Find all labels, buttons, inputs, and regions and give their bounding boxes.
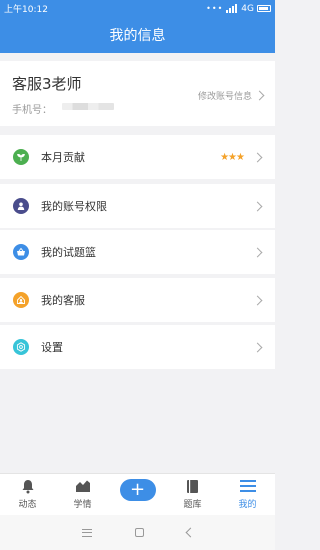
menu-item-label: 设置	[41, 341, 63, 354]
page-title: 我的信息	[109, 28, 166, 44]
menu-item-question-basket[interactable]: 我的试题篮	[0, 230, 275, 274]
bell-icon	[19, 478, 37, 494]
menu-lines-icon	[239, 478, 257, 494]
chevron-right-icon	[252, 342, 263, 352]
back-icon[interactable]	[185, 527, 195, 538]
bottom-tab-bar: 动态 学情 + 题库 我的	[0, 473, 275, 515]
profile-name: 客服3老师	[12, 75, 82, 93]
tab-label: 动态	[18, 500, 37, 510]
menu-item-label: 我的客服	[41, 294, 85, 307]
phone-number-masked	[62, 103, 114, 110]
chart-icon	[74, 478, 92, 494]
tab-mine[interactable]: 我的	[220, 474, 275, 515]
network-type: 4G	[241, 3, 254, 14]
service-icon	[13, 292, 29, 308]
more-dots-icon: •••	[206, 4, 224, 13]
menu-item-customer-service[interactable]: 我的客服	[0, 278, 275, 322]
rating-stars: ★★★	[220, 151, 245, 163]
edit-account-button[interactable]: 修改账号信息	[197, 89, 265, 102]
system-nav-bar	[0, 515, 275, 550]
status-indicators: ••• 4G	[206, 4, 271, 14]
tab-add[interactable]: +	[110, 474, 165, 515]
basket-icon	[13, 244, 29, 260]
status-bar: 上午10:12 ••• 4G	[0, 0, 275, 17]
tab-feed[interactable]: 动态	[0, 474, 55, 515]
chevron-right-icon	[254, 90, 265, 101]
chevron-right-icon	[252, 247, 263, 257]
chevron-right-icon	[252, 201, 263, 211]
menu-item-account-permissions[interactable]: 我的账号权限	[0, 184, 275, 228]
recent-apps-icon[interactable]	[81, 528, 92, 537]
user-icon	[13, 198, 29, 214]
menu-item-contribution[interactable]: 本月贡献 ★★★	[0, 135, 275, 179]
menu-item-label: 我的试题篮	[41, 246, 96, 259]
plus-icon[interactable]: +	[119, 479, 156, 501]
battery-icon	[257, 5, 271, 12]
status-time: 上午10:12	[4, 5, 48, 15]
home-icon[interactable]	[134, 528, 144, 537]
menu-item-label: 本月贡献	[41, 151, 85, 164]
chevron-right-icon	[252, 295, 263, 305]
tab-learning-stats[interactable]: 学情	[55, 474, 110, 515]
profile-card: 客服3老师 手机号： 修改账号信息	[0, 61, 275, 126]
tab-question-bank[interactable]: 题库	[165, 474, 220, 515]
menu-item-settings[interactable]: 设置	[0, 325, 275, 369]
page-header: 我的信息	[0, 17, 275, 53]
settings-icon	[13, 339, 29, 355]
book-icon	[184, 478, 202, 494]
sprout-icon	[13, 149, 29, 165]
signal-icon	[226, 4, 238, 13]
menu-item-label: 我的账号权限	[41, 200, 107, 213]
phone-label: 手机号：	[12, 105, 52, 116]
chevron-right-icon	[252, 152, 263, 162]
tab-label: 学情	[73, 500, 92, 510]
tab-label: 我的	[238, 500, 257, 510]
tab-label: 题库	[183, 500, 202, 510]
edit-account-label: 修改账号信息	[197, 92, 252, 102]
